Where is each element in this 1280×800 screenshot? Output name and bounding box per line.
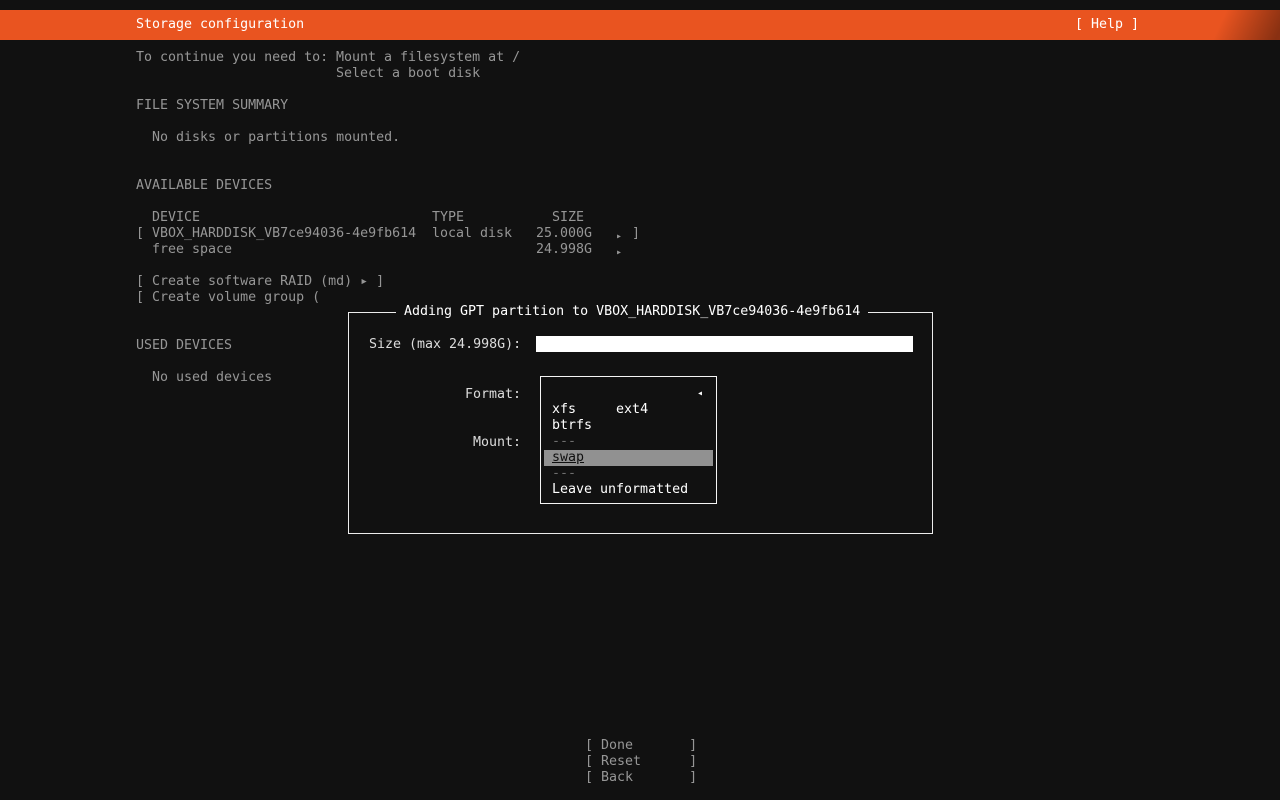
device-name: VBOX_HARDDISK_VB7ce94036-4e9fb614 [152,226,417,241]
instruction-select-boot-disk: Select a boot disk [336,66,481,81]
format-option-separator: --- [552,466,577,481]
expand-arrow-icon: ▸ [616,247,623,258]
page-title: Storage configuration [136,17,305,32]
format-option-separator: --- [552,434,577,449]
format-option-btrfs[interactable]: btrfs [541,418,716,434]
fs-summary-empty-text: No disks or partitions mounted. [152,130,401,145]
back-button[interactable]: [ Back ] [585,770,697,786]
used-devices-heading: USED DEVICES [136,338,233,353]
expand-arrow-icon: ▸ [616,231,623,242]
device-size: 25.000G [536,226,593,241]
used-devices-empty-text: No used devices [152,370,273,385]
available-devices-heading: AVAILABLE DEVICES [136,178,273,193]
format-option-xfs[interactable]: xfs [541,402,716,418]
create-volume-group-button[interactable]: [ Create volume group ( [136,290,320,306]
device-type: local disk [432,226,513,241]
format-label: Format: [465,387,522,402]
col-header-device: DEVICE [152,210,201,225]
free-space-label: free space [152,242,233,257]
row-bracket-close: ] [632,226,641,241]
instruction-prefix: To continue you need to: [136,50,329,65]
dialog-title: Adding GPT partition to VBOX_HARDDISK_VB… [396,304,869,320]
format-option-ext4[interactable]: ext4 ◂ [541,386,716,417]
add-partition-dialog: Adding GPT partition to VBOX_HARDDISK_VB… [348,304,933,534]
installer-screen: Storage configuration [ Help ] To contin… [0,0,1280,800]
fs-summary-heading: FILE SYSTEM SUMMARY [136,98,289,113]
help-button[interactable]: [ Help ] [1075,17,1139,33]
format-option-leave-unformatted[interactable]: Leave unformatted [541,482,716,498]
col-header-size: SIZE [552,210,585,225]
row-bracket-open: [ [136,226,145,241]
col-header-type: TYPE [432,210,465,225]
format-option-swap[interactable]: swap [544,450,713,466]
title-bar: Storage configuration [ Help ] [0,10,1280,40]
selected-option-arrow-icon: ◂ [696,388,703,399]
format-dropdown: ext4 ◂ xfs btrfs --- swap --- Leave unfo… [540,376,717,504]
instruction-mount-filesystem: Mount a filesystem at / [336,50,521,65]
create-raid-button[interactable]: [ Create software RAID (md) ▸ ] [136,274,384,290]
mount-label: Mount: [473,435,522,450]
free-space-size: 24.998G [536,242,593,257]
size-input[interactable] [536,336,913,352]
size-label: Size (max 24.998G): [369,337,522,352]
done-button[interactable]: [ Done ] [585,738,697,754]
reset-button[interactable]: [ Reset ] [585,754,697,770]
